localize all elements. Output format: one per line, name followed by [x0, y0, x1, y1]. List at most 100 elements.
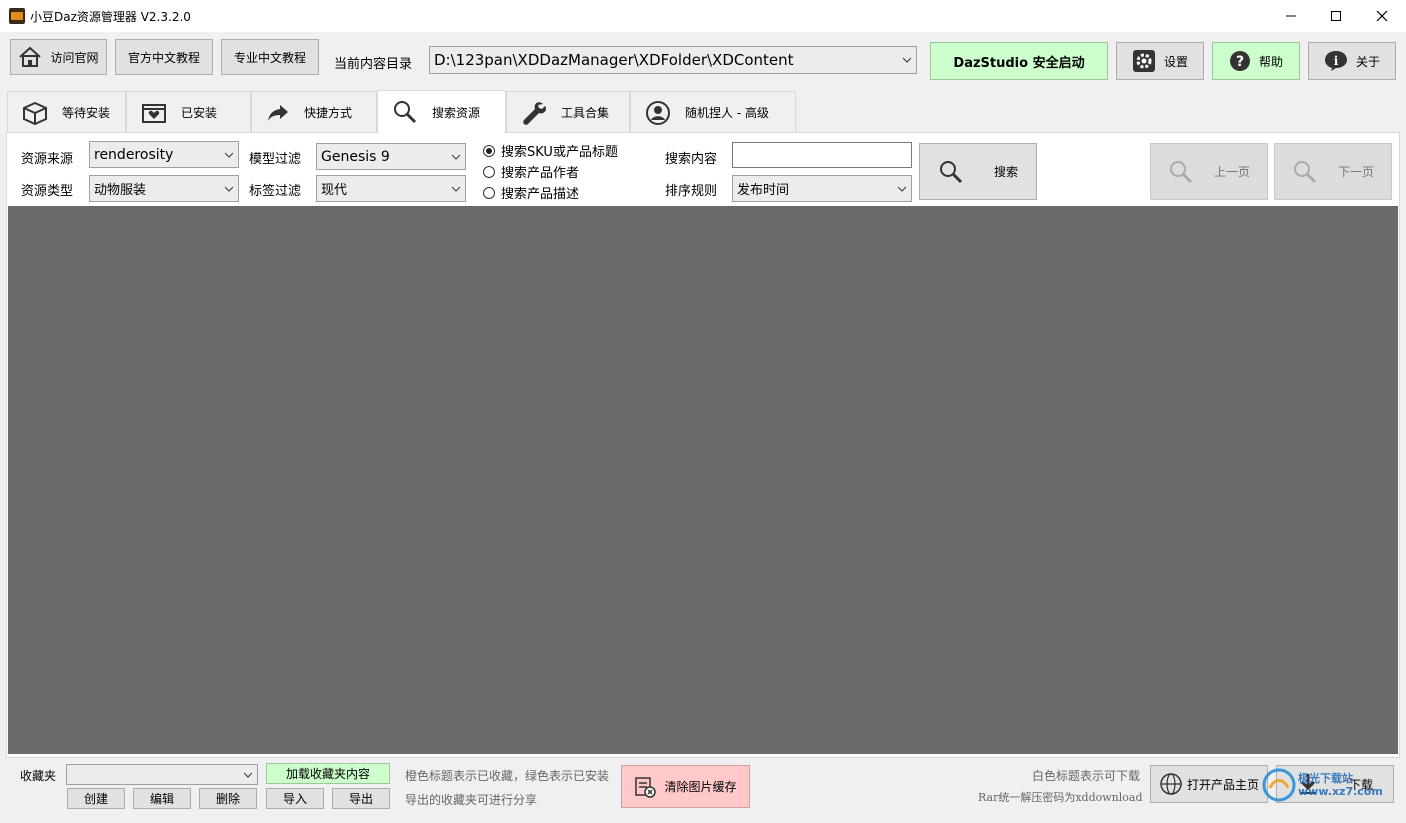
results-area[interactable] [8, 206, 1398, 754]
export-label: 导出 [348, 792, 373, 806]
official-tutorial-label: 官方中文教程 [127, 50, 200, 65]
tab-search-resources[interactable]: 搜索资源 [377, 90, 506, 133]
chevron-down-icon [244, 772, 252, 778]
maximize-button[interactable] [1313, 0, 1359, 32]
radio-button[interactable] [483, 165, 495, 178]
next-page-button[interactable]: 下一页 [1274, 143, 1392, 200]
radio-button[interactable] [483, 186, 495, 199]
svg-text:i: i [1334, 54, 1339, 68]
clear-cache-label: 清除图片缓存 [664, 780, 737, 794]
prev-page-label: 上一页 [1213, 165, 1250, 179]
help-label: 帮助 [1258, 54, 1283, 69]
import-label: 导入 [282, 792, 307, 806]
export-favorite-button[interactable]: 导出 [332, 788, 390, 809]
visit-site-label: 访问官网 [50, 50, 99, 65]
cache-clear-icon [634, 776, 657, 798]
favorites-select[interactable] [66, 764, 258, 785]
edit-favorite-button[interactable]: 编辑 [133, 788, 191, 809]
dazstudio-launch-button[interactable]: DazStudio 安全启动 [930, 42, 1108, 80]
tab-label: 随机捏人 - 高级 [685, 106, 769, 120]
search-icon [1168, 159, 1194, 185]
radio-label: 搜索产品描述 [501, 187, 580, 202]
window-title: 小豆Daz资源管理器 V2.3.2.0 [30, 10, 191, 24]
settings-label: 设置 [1163, 54, 1188, 69]
about-label: 关于 [1355, 54, 1380, 69]
user-icon [645, 100, 671, 126]
radio-button[interactable] [483, 144, 495, 157]
favorites-hint: 橙色标题表示已收藏，绿色表示已安装 [405, 769, 610, 783]
source-value: renderosity [94, 146, 174, 163]
tab-label: 工具合集 [561, 106, 610, 120]
help-button[interactable]: ? 帮助 [1212, 42, 1300, 80]
chevron-down-icon [898, 186, 906, 192]
password-hint: Rar统一解压密码为xddownload [978, 791, 1143, 804]
download-hint: 白色标题表示可下载 [1032, 769, 1141, 783]
tag-filter-label: 标签过滤 [249, 184, 302, 199]
tab-installed[interactable]: 已安装 [126, 91, 251, 133]
radio-search-author[interactable]: 搜索产品作者 [483, 162, 579, 181]
app-logo-icon [9, 8, 25, 24]
box-icon [22, 101, 48, 125]
tab-label: 等待安装 [62, 106, 111, 120]
search-button[interactable]: 搜索 [919, 143, 1037, 200]
open-product-page-label: 打开产品主页 [1186, 777, 1259, 792]
tab-pending-install[interactable]: 等待安装 [7, 91, 126, 133]
tab-label: 搜索资源 [432, 105, 481, 120]
heart-box-icon [141, 102, 167, 124]
model-filter-label: 模型过滤 [249, 152, 302, 167]
chevron-down-icon [903, 57, 911, 63]
edit-label: 编辑 [149, 792, 174, 806]
prev-page-button[interactable]: 上一页 [1150, 143, 1268, 200]
chevron-down-icon [225, 152, 233, 158]
watermark-logo-icon [1262, 768, 1296, 802]
create-favorite-button[interactable]: 创建 [67, 788, 125, 809]
search-content-label: 搜索内容 [665, 152, 718, 167]
help-icon: ? [1229, 50, 1251, 72]
wrench-icon [521, 100, 547, 126]
radio-search-description[interactable]: 搜索产品描述 [483, 183, 579, 202]
tab-random-face[interactable]: 随机捏人 - 高级 [630, 91, 796, 133]
official-tutorial-button[interactable]: 官方中文教程 [115, 39, 213, 75]
type-value: 动物服装 [94, 183, 147, 198]
settings-button[interactable]: 设置 [1116, 42, 1204, 80]
create-label: 创建 [83, 792, 108, 806]
import-favorite-button[interactable]: 导入 [266, 788, 324, 809]
close-button[interactable] [1359, 0, 1405, 32]
tag-filter-select[interactable]: 现代 [316, 175, 466, 202]
delete-favorite-button[interactable]: 删除 [199, 788, 257, 809]
about-button[interactable]: i 关于 [1308, 42, 1396, 80]
model-filter-value: Genesis 9 [321, 148, 390, 165]
tab-tools[interactable]: 工具合集 [506, 91, 630, 133]
visit-site-button[interactable]: 访问官网 [10, 39, 107, 75]
watermark: 极光下载站 www.xz7.com [1262, 768, 1398, 802]
type-label: 资源类型 [21, 184, 74, 199]
chevron-down-icon [225, 186, 233, 192]
home-icon [18, 46, 42, 68]
search-icon [1292, 159, 1318, 185]
source-select[interactable]: renderosity [89, 141, 239, 168]
load-favorites-button[interactable]: 加载收藏夹内容 [266, 763, 390, 784]
radio-search-sku[interactable]: 搜索SKU或产品标题 [483, 141, 618, 160]
radio-label: 搜索SKU或产品标题 [501, 145, 618, 160]
tab-shortcuts[interactable]: 快捷方式 [251, 91, 377, 133]
sort-select[interactable]: 发布时间 [732, 175, 912, 202]
search-button-label: 搜索 [993, 165, 1018, 179]
pro-tutorial-button[interactable]: 专业中文教程 [221, 39, 319, 75]
model-filter-select[interactable]: Genesis 9 [316, 143, 466, 170]
watermark-text: 极光下载站 www.xz7.com [1298, 772, 1383, 798]
content-dir-select[interactable]: D:\123pan\XDDazManager\XDFolder\XDConten… [429, 46, 917, 74]
tag-filter-value: 现代 [321, 183, 348, 198]
search-icon [392, 99, 418, 125]
share-arrow-icon [266, 103, 290, 123]
chevron-down-icon [452, 154, 460, 160]
svg-text:?: ? [1236, 54, 1244, 70]
search-icon [938, 159, 964, 185]
clear-cache-button[interactable]: 清除图片缓存 [621, 765, 750, 808]
open-product-page-button[interactable]: 打开产品主页 [1150, 765, 1268, 803]
minimize-button[interactable] [1268, 0, 1314, 32]
chevron-down-icon [452, 186, 460, 192]
export-hint: 导出的收藏夹可进行分享 [405, 793, 538, 807]
tab-label: 快捷方式 [304, 106, 353, 120]
type-select[interactable]: 动物服装 [89, 175, 239, 202]
search-input[interactable] [732, 142, 912, 168]
